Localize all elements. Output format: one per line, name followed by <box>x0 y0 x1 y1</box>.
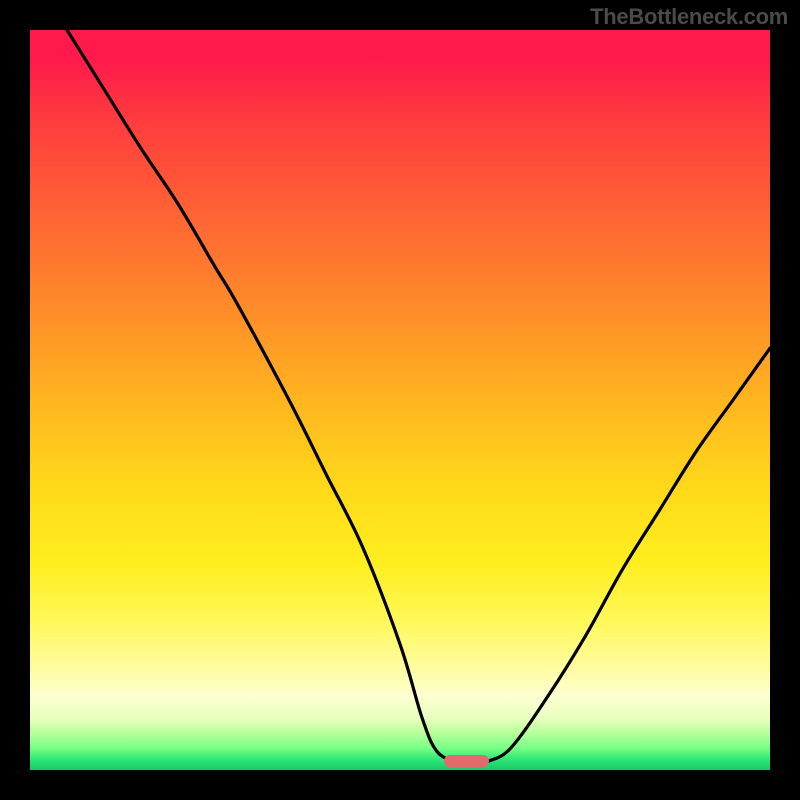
optimal-marker <box>444 755 488 767</box>
chart-canvas: TheBottleneck.com <box>0 0 800 800</box>
curve-left-branch <box>67 30 456 761</box>
curve-right-branch <box>489 348 770 761</box>
bottleneck-curve <box>30 30 770 770</box>
plot-area <box>30 30 770 770</box>
watermark-text: TheBottleneck.com <box>590 4 788 30</box>
